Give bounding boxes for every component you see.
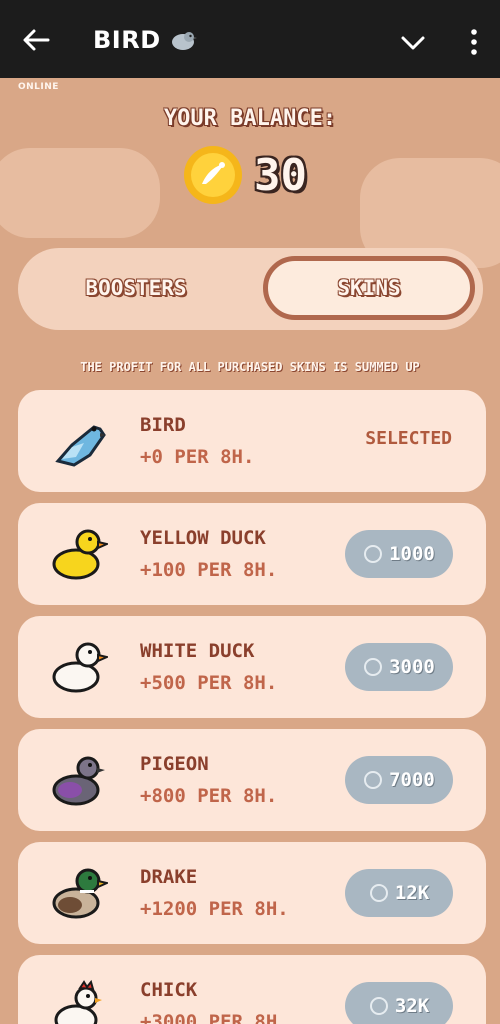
skin-profit: +3000 PER 8H. <box>140 1011 289 1024</box>
skins-screen: ONLINE YOUR BALANCE: 30 BOOSTERS SKINS T… <box>0 78 500 1024</box>
tab-boosters[interactable]: BOOSTERS <box>30 256 242 320</box>
buy-button[interactable]: 32K <box>345 982 453 1024</box>
blue-bird-icon <box>55 425 106 467</box>
white-duck-icon <box>52 642 108 693</box>
price-value: 1000 <box>389 543 435 565</box>
buy-button[interactable]: 1000 <box>345 530 453 578</box>
skin-profit: +100 PER 8H. <box>140 559 278 581</box>
skin-name: PIGEON <box>140 753 209 775</box>
tab-switcher: BOOSTERS SKINS <box>18 248 483 330</box>
skin-profit: +500 PER 8H. <box>140 672 278 694</box>
skin-profit: +0 PER 8H. <box>140 446 255 468</box>
buy-button[interactable]: 7000 <box>345 756 453 804</box>
skin-name: WHITE DUCK <box>140 640 255 662</box>
skin-name: CHICK <box>140 979 198 1001</box>
yellow-duck-icon <box>52 529 108 580</box>
price-value: 32K <box>394 995 430 1017</box>
chevron-down-icon[interactable] <box>396 26 430 60</box>
coin-outline-icon <box>364 658 383 676</box>
price-value: 12K <box>394 882 430 904</box>
skin-name: BIRD <box>140 414 186 436</box>
skin-card-drake[interactable]: DRAKE +1200 PER 8H. 12K <box>18 842 486 944</box>
selected-status: SELECTED <box>365 428 452 449</box>
coin-outline-icon <box>369 997 388 1015</box>
price-value: 7000 <box>389 769 435 791</box>
more-options-icon[interactable] <box>460 24 488 60</box>
app-title-text: BIRD <box>93 26 161 54</box>
skin-card-yellow-duck[interactable]: YELLOW DUCK +100 PER 8H. 1000 <box>18 503 486 605</box>
chick-icon <box>54 979 102 1024</box>
balance-value: 30 <box>254 149 307 201</box>
background-cloud <box>0 148 160 238</box>
skin-profit: +1200 PER 8H. <box>140 898 289 920</box>
coin-outline-icon <box>369 884 388 902</box>
pigeon-icon <box>52 756 105 806</box>
skins-profit-note: THE PROFIT FOR ALL PURCHASED SKINS IS SU… <box>80 360 420 374</box>
skin-profit: +800 PER 8H. <box>140 785 278 807</box>
buy-button[interactable]: 3000 <box>345 643 453 691</box>
drake-icon <box>52 868 108 919</box>
coin-outline-icon <box>364 771 383 789</box>
coin-icon <box>184 146 242 204</box>
back-arrow-icon[interactable] <box>18 22 54 58</box>
balance-display: 30 <box>182 144 307 206</box>
balance-label: YOUR BALANCE: <box>163 106 337 131</box>
skin-card-pigeon[interactable]: PIGEON +800 PER 8H. 7000 <box>18 729 486 831</box>
price-value: 3000 <box>389 656 435 678</box>
bird-emoji-icon <box>171 32 197 50</box>
app-header: BIRD <box>0 0 500 78</box>
skin-name: YELLOW DUCK <box>140 527 266 549</box>
buy-button[interactable]: 12K <box>345 869 453 917</box>
skin-card-bird[interactable]: BIRD +0 PER 8H. SELECTED <box>18 390 486 492</box>
app-title: BIRD <box>93 26 197 54</box>
skin-name: DRAKE <box>140 866 198 888</box>
coin-outline-icon <box>364 545 383 563</box>
skin-card-white-duck[interactable]: WHITE DUCK +500 PER 8H. 3000 <box>18 616 486 718</box>
online-status: ONLINE <box>18 82 59 92</box>
tab-skins[interactable]: SKINS <box>263 256 475 320</box>
skin-card-chick[interactable]: CHICK +3000 PER 8H. 32K <box>18 955 486 1024</box>
